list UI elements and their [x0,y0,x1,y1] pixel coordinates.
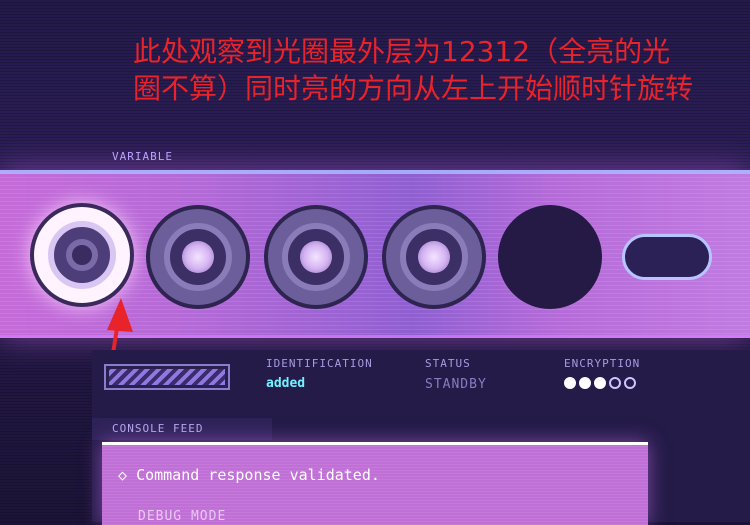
encryption-dot [609,377,621,389]
ring-1[interactable] [30,203,134,307]
console-header: CONSOLE FEED [112,422,204,435]
annotation-text: 此处观察到光圈最外层为12312（全亮的光圈不算）同时亮的方向从左上开始顺时针旋… [133,35,694,105]
progress-bar [104,364,230,390]
ring-5-outer [498,205,602,309]
ring-3[interactable] [264,205,368,309]
console-line: ◇ Command response validated. [118,466,380,484]
identification-value: added [266,376,306,391]
encryption-dots [564,377,636,389]
encryption-dot [594,377,606,389]
encryption-dot [579,377,591,389]
diamond-icon: ◇ [118,466,128,484]
status-value: STANDBY [425,377,487,392]
identification-header: IDENTIFICATION [266,357,373,370]
status-header: STATUS [425,357,471,370]
encryption-dot [624,377,636,389]
ring-5[interactable] [498,205,602,309]
ring-2[interactable] [146,205,250,309]
ring-3-core [300,241,332,273]
ring-4[interactable] [382,205,486,309]
encryption-header: ENCRYPTION [564,357,641,370]
variable-label: VARIABLE [112,150,173,163]
progress-bar-fill [109,369,225,385]
encryption-dot [564,377,576,389]
ring-2-core [182,241,214,273]
ring-1-core [66,239,98,271]
console-line-text: Command response validated. [136,466,380,484]
ring-4-core [418,241,450,273]
toggle-slot[interactable] [622,234,712,280]
